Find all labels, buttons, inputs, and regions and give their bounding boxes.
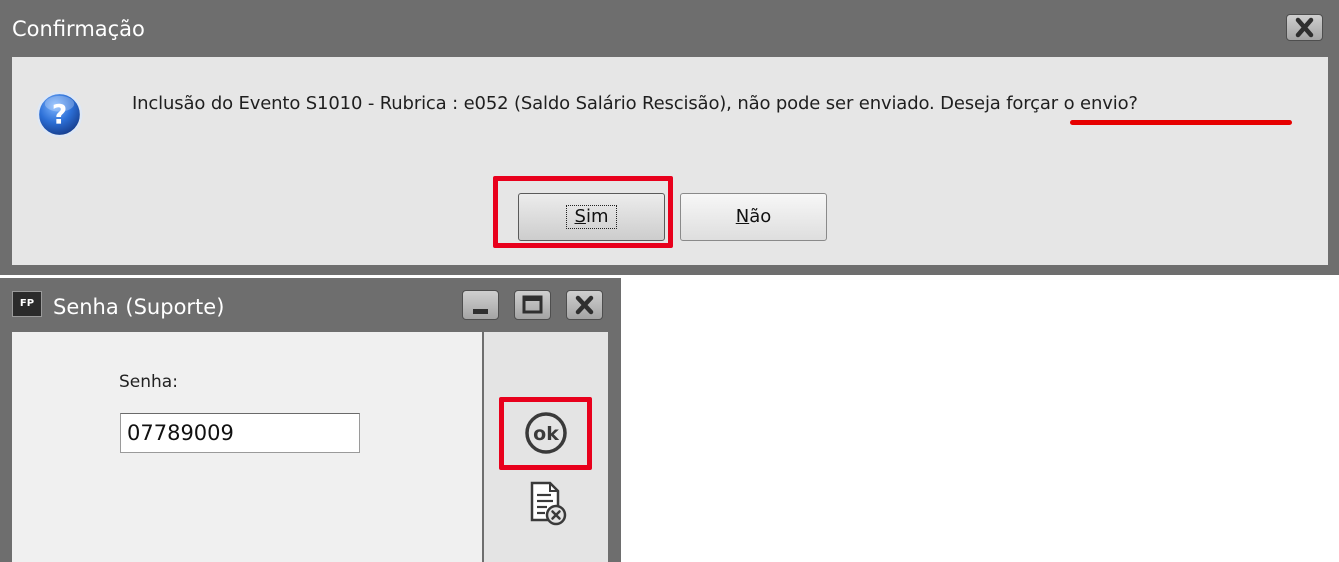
yes-highlight-box <box>493 176 673 248</box>
no-button[interactable]: Não <box>680 193 827 241</box>
dialog-close-button[interactable] <box>1286 14 1323 41</box>
highlight-underline <box>1070 120 1292 125</box>
minimize-button[interactable] <box>462 290 499 320</box>
close-icon <box>1295 17 1314 38</box>
minimize-icon <box>473 309 488 314</box>
no-accel-key: N <box>735 206 750 227</box>
window-close-button[interactable] <box>566 290 603 320</box>
maximize-icon <box>522 295 543 314</box>
svg-text:?: ? <box>52 99 67 130</box>
dialog-message: Inclusão do Evento S1010 - Rubrica : e05… <box>132 93 1138 114</box>
password-input[interactable] <box>120 413 360 453</box>
ok-highlight-box <box>499 397 592 470</box>
app-icon: FP <box>12 291 42 317</box>
maximize-button[interactable] <box>514 290 551 320</box>
password-form: Senha: <box>12 332 482 562</box>
close-icon <box>575 295 594 315</box>
message-text: Inclusão do Evento S1010 - Rubrica : e05… <box>132 93 941 114</box>
no-button-label: ão <box>749 206 772 227</box>
document-cancel-icon[interactable] <box>527 480 567 528</box>
window-title: Senha (Suporte) <box>53 295 225 319</box>
question-icon: ? <box>36 91 83 138</box>
message-question: Deseja forçar o envio? <box>940 93 1138 114</box>
password-label: Senha: <box>119 372 178 392</box>
dialog-titlebar[interactable]: Confirmação <box>0 0 1339 55</box>
dialog-title: Confirmação <box>12 17 145 41</box>
